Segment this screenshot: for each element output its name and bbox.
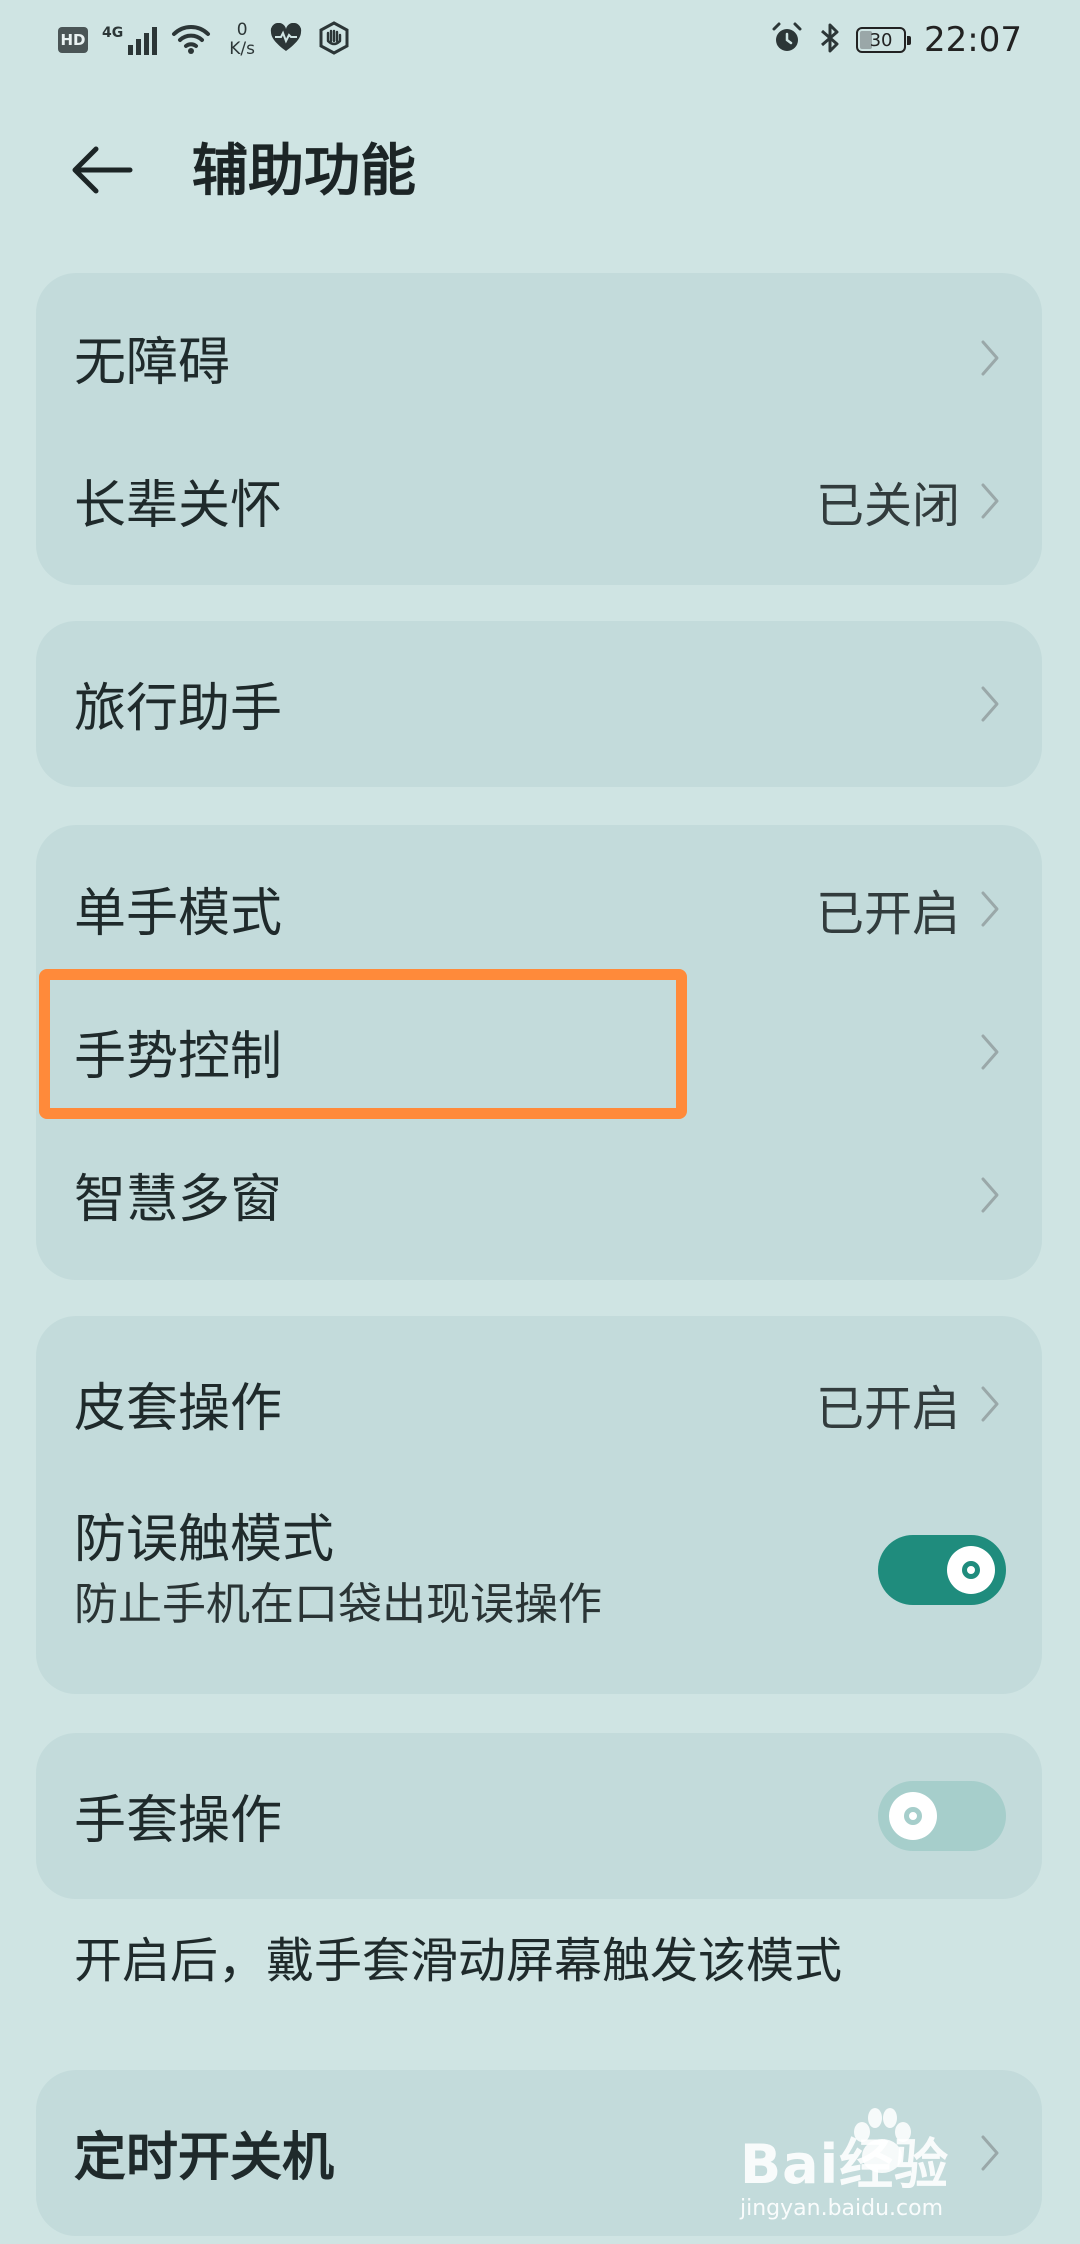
row-label: 长辈关怀 [74, 476, 283, 536]
row-label: 无障碍 [74, 333, 231, 393]
row-accessibility[interactable]: 无障碍 [36, 286, 1042, 429]
row-cover-operation[interactable]: 皮套操作 已开启 [36, 1332, 1042, 1475]
row-glove-operation[interactable]: 手套操作 [36, 1744, 1042, 1887]
accidental-touch-toggle[interactable] [878, 1535, 1006, 1605]
glove-mode-note: 开启后，戴手套滑动屏幕触发该模式 [74, 1933, 843, 1989]
row-label: 定时开关机 [74, 2128, 335, 2188]
row-label: 单手模式 [74, 884, 283, 944]
toggle-knob [947, 1546, 995, 1594]
network-speed-unit: K/s [229, 39, 255, 59]
row-label: 旅行助手 [74, 679, 283, 739]
settings-group-travel: 旅行助手 [36, 621, 1042, 787]
row-travel-assistant[interactable]: 旅行助手 [36, 632, 1042, 775]
status-time: 22:07 [924, 20, 1022, 60]
row-label: 防误触模式 [74, 1510, 335, 1570]
row-texts: 防误触模式 防止手机在口袋出现误操作 [74, 1505, 878, 1635]
page-title: 辅助功能 [192, 139, 416, 204]
signal-icon: 4G [102, 25, 158, 55]
network-type-label: 4G [102, 25, 124, 41]
row-smart-multi-window[interactable]: 智慧多窗 [36, 1123, 1042, 1266]
chevron-right-icon [978, 481, 1002, 521]
chevron-right-icon [978, 1175, 1002, 1215]
alarm-icon [770, 21, 804, 59]
chevron-right-icon [978, 338, 1002, 378]
row-gesture-control[interactable]: 手势控制 [36, 980, 1042, 1123]
battery-level: 30 [869, 29, 893, 51]
settings-group-accessibility: 无障碍 长辈关怀 已关闭 [36, 273, 1042, 585]
status-bar-right: 30 22:07 [770, 18, 1022, 62]
row-label: 皮套操作 [74, 1379, 283, 1439]
row-label: 智慧多窗 [74, 1170, 283, 1230]
chevron-right-icon [978, 1384, 1002, 1424]
settings-group-glove: 手套操作 [36, 1733, 1042, 1899]
hd-badge: HD [58, 27, 88, 53]
row-label: 手套操作 [74, 1791, 283, 1851]
settings-group-cover: 皮套操作 已开启 防误触模式 防止手机在口袋出现误操作 [36, 1316, 1042, 1694]
bluetooth-icon [818, 21, 842, 59]
chevron-right-icon [978, 2133, 1002, 2173]
settings-group-gestures: 单手模式 已开启 手势控制 智慧多窗 [36, 825, 1042, 1280]
row-value: 已开启 [815, 1380, 960, 1437]
row-elderly-care[interactable]: 长辈关怀 已关闭 [36, 429, 1042, 572]
row-value: 已关闭 [815, 477, 960, 534]
back-arrow-icon [70, 144, 134, 200]
battery-icon: 30 [856, 27, 912, 53]
glove-mode-toggle[interactable] [878, 1780, 1006, 1851]
row-label: 手势控制 [74, 1027, 283, 1087]
app-header: 辅助功能 [0, 110, 1080, 230]
row-accidental-touch-prevention[interactable]: 防误触模式 防止手机在口袋出现误操作 [36, 1475, 1042, 1665]
row-one-handed-mode[interactable]: 单手模式 已开启 [36, 837, 1042, 980]
row-subtitle: 防止手机在口袋出现误操作 [74, 1579, 602, 1630]
network-speed-value: 0 [236, 20, 248, 40]
hand-shield-icon [317, 21, 351, 59]
row-scheduled-power[interactable]: 定时开关机 [36, 2081, 1042, 2224]
status-bar: HD 4G 0 K/s 30 22:07 [0, 0, 1080, 80]
row-value: 已开启 [815, 885, 960, 942]
network-speed: 0 K/s [229, 21, 255, 59]
health-heart-icon [269, 22, 303, 57]
status-bar-left: HD 4G 0 K/s [58, 18, 351, 62]
back-button[interactable] [62, 132, 142, 212]
chevron-right-icon [978, 889, 1002, 929]
toggle-knob [889, 1791, 937, 1840]
chevron-right-icon [978, 1032, 1002, 1072]
chevron-right-icon [978, 684, 1002, 724]
settings-group-scheduled-power: 定时开关机 [36, 2070, 1042, 2236]
wifi-icon [171, 22, 211, 58]
